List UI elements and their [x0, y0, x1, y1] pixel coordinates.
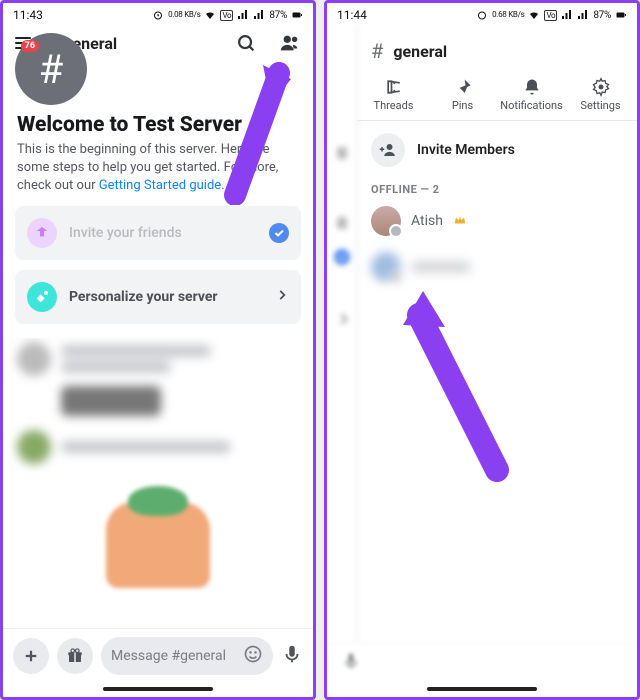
attach-button[interactable]: [13, 638, 49, 674]
notification-badge: 76: [21, 40, 39, 52]
battery-icon: [291, 9, 303, 21]
status-battery: 87%: [593, 10, 611, 21]
tab-settings[interactable]: Settings: [566, 77, 635, 112]
signal-icon-2: [577, 9, 589, 21]
annotation-arrow: [387, 285, 517, 485]
members-drawer: # general Threads Pins Notifications Set…: [357, 25, 637, 642]
tab-notifications[interactable]: Notifications: [497, 77, 566, 112]
member-row[interactable]: Atish: [357, 198, 637, 244]
emoji-icon[interactable]: [243, 644, 263, 668]
home-indicator: [103, 687, 213, 691]
welcome-title: Welcome to Test Server: [17, 113, 299, 137]
channel-name: general: [393, 42, 447, 61]
tab-threads[interactable]: Threads: [359, 77, 428, 112]
signal-icon-2: [253, 9, 265, 21]
paint-icon: [27, 282, 57, 312]
welcome-block: Welcome to Test Server This is the begin…: [3, 113, 313, 196]
member-name: Atish: [411, 213, 443, 229]
invite-friends-label: Invite your friends: [69, 225, 257, 241]
status-bar: 11:43 0.08 KB/s Vo 87%: [3, 3, 313, 25]
underlying-channel-peek: [327, 25, 357, 642]
wifi-icon: [204, 9, 216, 21]
invite-friends-card[interactable]: Invite your friends: [15, 206, 301, 260]
signal-icon: [237, 9, 249, 21]
avatar: [371, 206, 401, 236]
alarm-icon: [476, 9, 488, 21]
status-net: 0.68 KB/s: [492, 11, 524, 19]
member-row[interactable]: [357, 244, 637, 290]
signal-icon: [561, 9, 573, 21]
battery-icon: [615, 9, 627, 21]
message-list[interactable]: [3, 338, 313, 628]
screenshot-right: 11:44 0.68 KB/s Vo 87%: [324, 0, 640, 700]
search-icon[interactable]: [235, 32, 257, 54]
personalize-card[interactable]: Personalize your server: [15, 270, 301, 324]
drawer-tabs: Threads Pins Notifications Settings: [357, 73, 637, 121]
screenshot-left: 11:43 0.08 KB/s Vo 87% 76 # general: [0, 0, 316, 700]
chevron-right-icon: [275, 287, 289, 306]
mic-button[interactable]: [281, 643, 303, 669]
crown-icon: [453, 212, 467, 231]
section-offline: OFFLINE — 2: [357, 179, 637, 198]
status-battery: 87%: [269, 10, 287, 21]
volte-icon: Vo: [544, 10, 557, 21]
wifi-icon: [528, 9, 540, 21]
status-time: 11:44: [337, 8, 367, 22]
share-icon: [27, 218, 57, 248]
invite-members-label: Invite Members: [417, 142, 515, 158]
add-member-icon: [371, 133, 405, 167]
hash-icon: #: [371, 39, 383, 63]
status-net: 0.08 KB/s: [168, 11, 200, 19]
alarm-icon: [152, 9, 164, 21]
menu-button[interactable]: 76: [15, 37, 31, 49]
sticker-wumpus: [88, 472, 228, 592]
status-time: 11:43: [13, 8, 43, 22]
gift-button[interactable]: [57, 638, 93, 674]
getting-started-link[interactable]: Getting Started guide: [99, 178, 221, 193]
message-placeholder: Message #general: [111, 648, 235, 664]
home-indicator: [427, 687, 537, 691]
tab-pins[interactable]: Pins: [428, 77, 497, 112]
message-input-bar: Message #general: [3, 628, 313, 683]
status-bar: 11:44 0.68 KB/s Vo 87%: [327, 3, 637, 25]
avatar: [371, 252, 401, 282]
members-icon[interactable]: [279, 32, 301, 54]
personalize-label: Personalize your server: [69, 289, 263, 305]
invite-members-button[interactable]: Invite Members: [357, 121, 637, 179]
mic-button[interactable]: [341, 651, 361, 675]
message-input[interactable]: Message #general: [101, 637, 273, 675]
check-icon: [269, 223, 289, 243]
volte-icon: Vo: [220, 10, 233, 21]
message-input-bar-peek: [327, 642, 637, 683]
